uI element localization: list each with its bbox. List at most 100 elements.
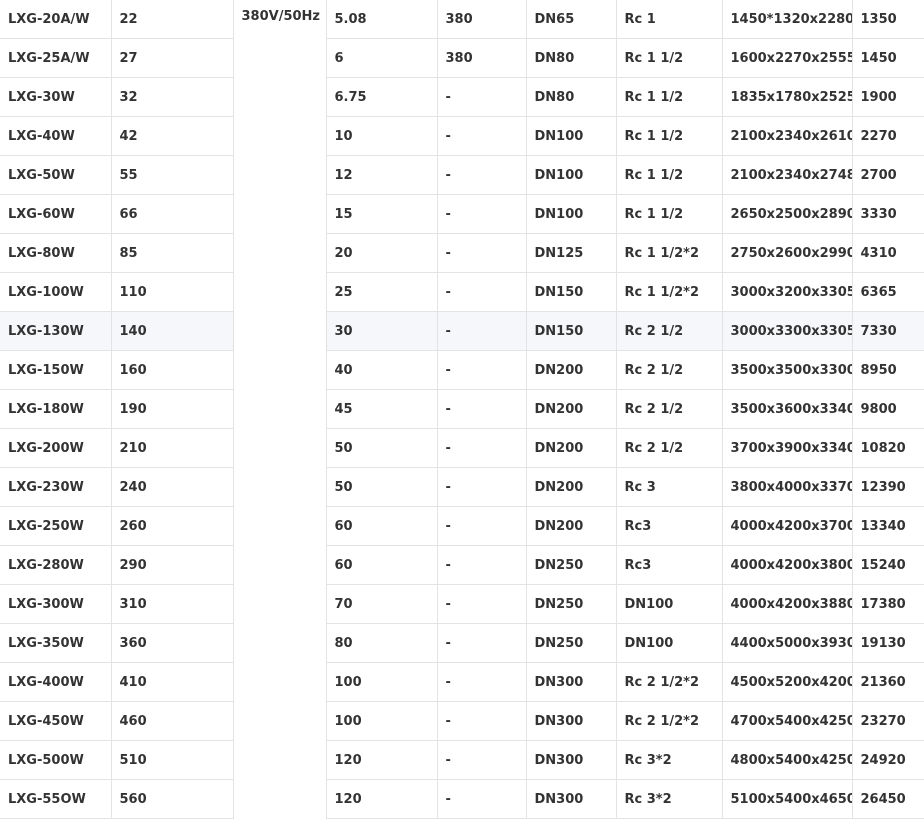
cell-col5: DN200 (526, 428, 617, 468)
cell-dimensions: 4310 (852, 233, 924, 273)
cell-dimensions: 3330 (852, 194, 924, 234)
cell-connection: 3000x3200x3305 (722, 272, 853, 312)
cell-capacity: 22 (111, 0, 234, 39)
cell-dimensions: 12390 (852, 467, 924, 507)
cell-capacity: 310 (111, 584, 234, 624)
cell-connection: 3000x3300x3305 (722, 311, 853, 351)
cell-col5: DN300 (526, 701, 617, 741)
cell-pipe-size: Rc 3 (616, 467, 723, 507)
cell-model: LXG-40W (0, 116, 112, 156)
cell-capacity: 55 (111, 155, 234, 195)
cell-pipe-size: Rc 3*2 (616, 740, 723, 780)
cell-capacity: 460 (111, 701, 234, 741)
cell-capacity: 260 (111, 506, 234, 546)
cell-col4: - (437, 272, 527, 312)
cell-connection: 1835x1780x2525 (722, 77, 853, 117)
cell-dimensions: 24920 (852, 740, 924, 780)
cell-col5: DN100 (526, 116, 617, 156)
cell-capacity: 66 (111, 194, 234, 234)
cell-col3: 10 (326, 116, 438, 156)
table-row: LXG-450W 460 100- DN300 Rc 2 1/2*2 4700x5400x… (0, 701, 924, 741)
cell-connection: 4400x5000x3930 (722, 623, 853, 663)
cell-connection: 1450*1320x2280 (722, 0, 853, 39)
table-row: LXG-280W 290 60- DN250 Rc3 4000x4200x3800 1524… (0, 545, 924, 585)
cell-connection: 4000x4200x3880 (722, 584, 853, 624)
cell-col3: 12 (326, 155, 438, 195)
cell-col5: DN100 (526, 155, 617, 195)
cell-col3: 50 (326, 467, 438, 507)
cell-dimensions: 7330 (852, 311, 924, 351)
spec-table: LXG-20A/W 22 380V/50Hz 5.08 380 DN65 Rc 1 1450*… (0, 0, 924, 819)
cell-col5: DN150 (526, 311, 617, 351)
cell-col3: 20 (326, 233, 438, 273)
cell-col4: - (437, 506, 527, 546)
cell-dimensions: 9800 (852, 389, 924, 429)
cell-col5: DN200 (526, 350, 617, 390)
cell-connection: 3700x3900x3340 (722, 428, 853, 468)
cell-pipe-size: Rc 1 (616, 0, 723, 39)
cell-pipe-size: Rc 2 1/2 (616, 311, 723, 351)
cell-pipe-size: Rc 2 1/2*2 (616, 701, 723, 741)
cell-col3: 100 (326, 701, 438, 741)
cell-col4: - (437, 701, 527, 741)
table-row: LXG-40W 42 10- DN100 Rc 1 1/2 2100x2340x2610 2… (0, 116, 924, 156)
cell-col4: 380 (437, 38, 527, 78)
cell-connection: 3500x3600x3340 (722, 389, 853, 429)
cell-col3: 120 (326, 740, 438, 780)
cell-col5: DN250 (526, 584, 617, 624)
cell-connection: 3800x4000x3370 (722, 467, 853, 507)
cell-model: LXG-130W (0, 311, 112, 351)
cell-dimensions: 15240 (852, 545, 924, 585)
cell-pipe-size: Rc 1 1/2 (616, 116, 723, 156)
table-row: LXG-230W 240 50- DN200 Rc 3 3800x4000x3370 123… (0, 467, 924, 507)
cell-pipe-size: DN100 (616, 623, 723, 663)
cell-pipe-size: Rc 2 1/2 (616, 428, 723, 468)
cell-col4: - (437, 428, 527, 468)
cell-dimensions: 17380 (852, 584, 924, 624)
cell-col5: DN200 (526, 389, 617, 429)
cell-col5: DN200 (526, 467, 617, 507)
cell-connection: 4000x4200x3800 (722, 545, 853, 585)
cell-capacity: 240 (111, 467, 234, 507)
cell-col3: 30 (326, 311, 438, 351)
cell-pipe-size: Rc 1 1/2*2 (616, 272, 723, 312)
cell-dimensions: 10820 (852, 428, 924, 468)
cell-col3: 45 (326, 389, 438, 429)
cell-connection: 1600x2270x2555 (722, 38, 853, 78)
cell-model: LXG-500W (0, 740, 112, 780)
cell-dimensions: 1350 (852, 0, 924, 39)
cell-model: LXG-400W (0, 662, 112, 702)
cell-capacity: 210 (111, 428, 234, 468)
table-row: LXG-80W 85 20- DN125 Rc 1 1/2*2 2750x2600x299… (0, 233, 924, 273)
cell-col4: - (437, 350, 527, 390)
cell-dimensions: 6365 (852, 272, 924, 312)
cell-col3: 80 (326, 623, 438, 663)
cell-col3: 25 (326, 272, 438, 312)
cell-connection: 2100x2340x2748 (722, 155, 853, 195)
cell-col4: - (437, 77, 527, 117)
table-row: LXG-250W 260 60- DN200 Rc3 4000x4200x3700 1334… (0, 506, 924, 546)
cell-col3: 6.75 (326, 77, 438, 117)
cell-model: LXG-80W (0, 233, 112, 273)
cell-col4: - (437, 467, 527, 507)
cell-pipe-size: Rc 2 1/2 (616, 389, 723, 429)
cell-capacity: 140 (111, 311, 234, 351)
cell-model: LXG-280W (0, 545, 112, 585)
cell-model: LXG-150W (0, 350, 112, 390)
cell-connection: 4700x5400x4250 (722, 701, 853, 741)
cell-col4: - (437, 740, 527, 780)
cell-dimensions: 13340 (852, 506, 924, 546)
cell-col4: - (437, 545, 527, 585)
cell-connection: 2650x2500x2890 (722, 194, 853, 234)
cell-capacity: 85 (111, 233, 234, 273)
cell-col4: - (437, 155, 527, 195)
table-row: LXG-150W 160 40- DN200 Rc 2 1/2 3500x3500x330… (0, 350, 924, 390)
table-row: LXG-400W 410 100- DN300 Rc 2 1/2*2 4500x5200x… (0, 662, 924, 702)
cell-pipe-size: Rc 1 1/2 (616, 194, 723, 234)
cell-col3: 15 (326, 194, 438, 234)
cell-capacity: 410 (111, 662, 234, 702)
cell-model: LXG-250W (0, 506, 112, 546)
cell-dimensions: 19130 (852, 623, 924, 663)
cell-pipe-size: Rc3 (616, 506, 723, 546)
cell-pipe-size: Rc 1 1/2 (616, 38, 723, 78)
